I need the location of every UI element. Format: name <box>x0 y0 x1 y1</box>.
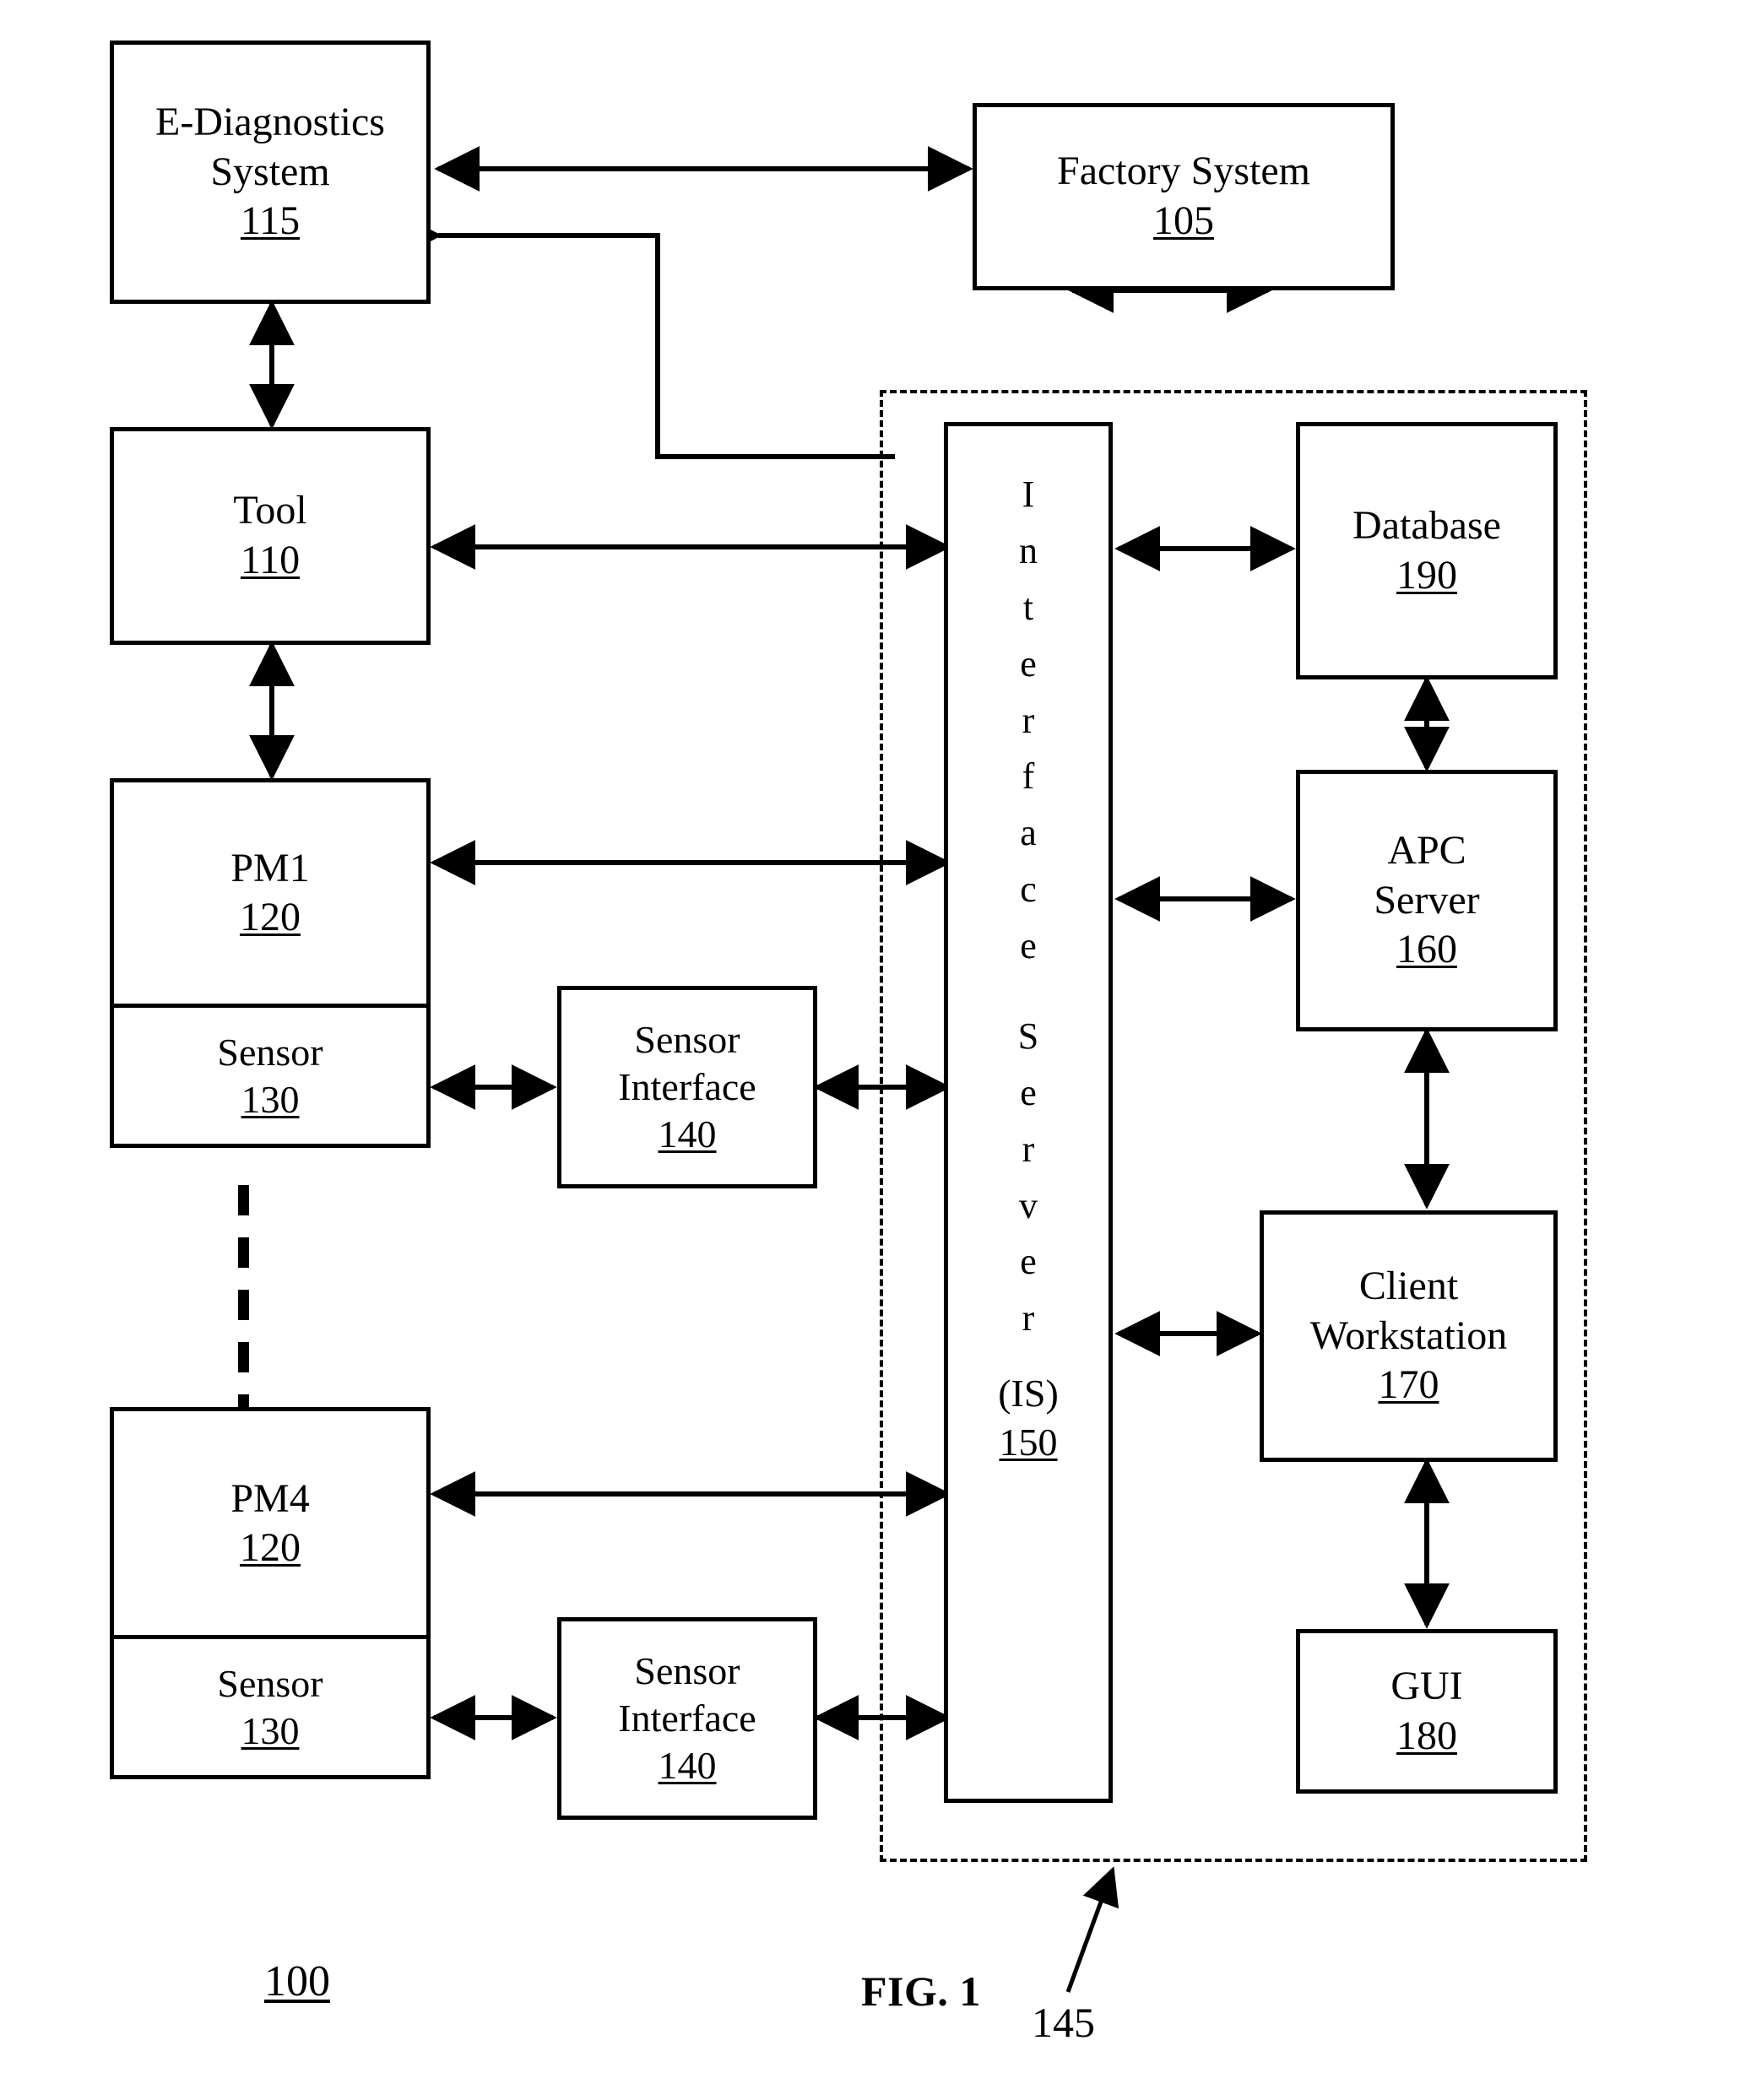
node-database[interactable]: Database 190 <box>1296 422 1558 679</box>
node-sensor-interface-2-ref: 140 <box>658 1744 717 1788</box>
node-sensor-interface-2[interactable]: Sensor Interface 140 <box>557 1617 817 1820</box>
node-database-label: Database <box>1352 502 1501 548</box>
is-letter: e <box>1020 1071 1037 1113</box>
node-factory-system[interactable]: Factory System 105 <box>973 103 1395 290</box>
is-letter: S <box>1017 1015 1039 1057</box>
node-sensor-interface-1-label: Sensor Interface <box>618 1017 756 1108</box>
node-pm4-assembly[interactable]: PM4 120 Sensor 130 <box>110 1407 431 1779</box>
node-pm4[interactable]: PM4 120 <box>114 1411 426 1639</box>
node-pm4-sensor-ref: 130 <box>241 1708 300 1752</box>
wire-is-ediag-elbow <box>396 213 895 459</box>
node-sensor-interface-1-ref: 140 <box>658 1112 717 1156</box>
node-interface-server-tail: (IS) 150 <box>998 1369 1059 1466</box>
is-letter: r <box>1022 1297 1035 1340</box>
is-letter: v <box>1018 1184 1038 1226</box>
is-letter: e <box>1020 925 1037 966</box>
is-letter: n <box>1018 529 1038 571</box>
is-letter: e <box>1020 642 1037 685</box>
node-pm4-ref: 120 <box>240 1524 301 1570</box>
node-tool-label: Tool <box>233 488 307 533</box>
node-interface-server-ref: 150 <box>999 1420 1058 1464</box>
node-pm4-label: PM4 <box>230 1475 310 1521</box>
is-letter: I <box>1022 474 1035 515</box>
node-pm4-sensor-label: Sensor <box>217 1662 323 1706</box>
node-factory-system-label: Factory System <box>1057 149 1310 194</box>
node-sensor-interface-1[interactable]: Sensor Interface 140 <box>557 986 817 1188</box>
node-pm1-sensor-ref: 130 <box>241 1077 300 1121</box>
callout-ref-145: 145 <box>1032 1999 1095 2046</box>
node-interface-server-letters: I n t e r f a c e S e r v e r <box>1018 467 1038 1347</box>
node-gui-label: GUI <box>1390 1663 1463 1708</box>
node-pm1[interactable]: PM1 120 <box>114 782 426 1008</box>
node-interface-server-abbrev: (IS) <box>998 1372 1059 1415</box>
is-letter: a <box>1020 812 1037 854</box>
continuation-dash <box>238 1237 249 1268</box>
node-client-workstation-ref: 170 <box>1378 1362 1439 1408</box>
node-tool[interactable]: Tool 110 <box>110 427 431 645</box>
node-pm1-assembly[interactable]: PM1 120 Sensor 130 <box>110 778 431 1148</box>
node-apc-server[interactable]: APC Server 160 <box>1296 770 1558 1031</box>
node-apc-server-label: APC Server <box>1374 828 1480 923</box>
is-letter: e <box>1020 1241 1037 1283</box>
node-factory-system-ref: 105 <box>1153 198 1214 243</box>
is-letter: f <box>1022 755 1035 798</box>
node-pm1-sensor[interactable]: Sensor 130 <box>114 1008 426 1144</box>
node-interface-server[interactable]: I n t e r f a c e S e r v e r (IS) 150 <box>944 422 1113 1803</box>
node-client-workstation-label: Client Workstation <box>1309 1264 1508 1358</box>
callout-leader-145 <box>1065 1866 1119 1993</box>
node-e-diagnostics-system-label: E-Diagnostics System <box>155 100 385 194</box>
node-pm1-ref: 120 <box>240 895 301 939</box>
node-gui-ref: 180 <box>1396 1713 1457 1758</box>
node-e-diagnostics-system[interactable]: E-Diagnostics System 115 <box>110 41 431 304</box>
figure-caption: FIG. 1 <box>861 1967 981 2015</box>
node-database-ref: 190 <box>1396 552 1457 598</box>
is-letter: r <box>1022 1128 1035 1170</box>
node-client-workstation[interactable]: Client Workstation 170 <box>1260 1210 1558 1462</box>
is-letter: r <box>1022 699 1035 741</box>
node-gui[interactable]: GUI 180 <box>1296 1629 1558 1794</box>
continuation-dash <box>238 1290 249 1320</box>
figure-canvas: E-Diagnostics System 115 Factory System … <box>0 0 1740 2100</box>
node-sensor-interface-2-label: Sensor Interface <box>618 1648 756 1740</box>
node-pm1-sensor-label: Sensor <box>217 1031 323 1074</box>
continuation-dash <box>238 1185 249 1215</box>
continuation-dash <box>238 1342 249 1372</box>
system-ref-100: 100 <box>264 1957 330 2005</box>
is-letter: c <box>1020 869 1037 911</box>
node-e-diagnostics-system-ref: 115 <box>240 198 301 244</box>
node-tool-ref: 110 <box>240 538 301 582</box>
node-pm4-sensor[interactable]: Sensor 130 <box>114 1639 426 1775</box>
continuation-dash <box>238 1394 249 1408</box>
node-apc-server-ref: 160 <box>1396 927 1457 972</box>
node-pm1-label: PM1 <box>230 846 310 891</box>
is-letter: t <box>1022 586 1034 628</box>
